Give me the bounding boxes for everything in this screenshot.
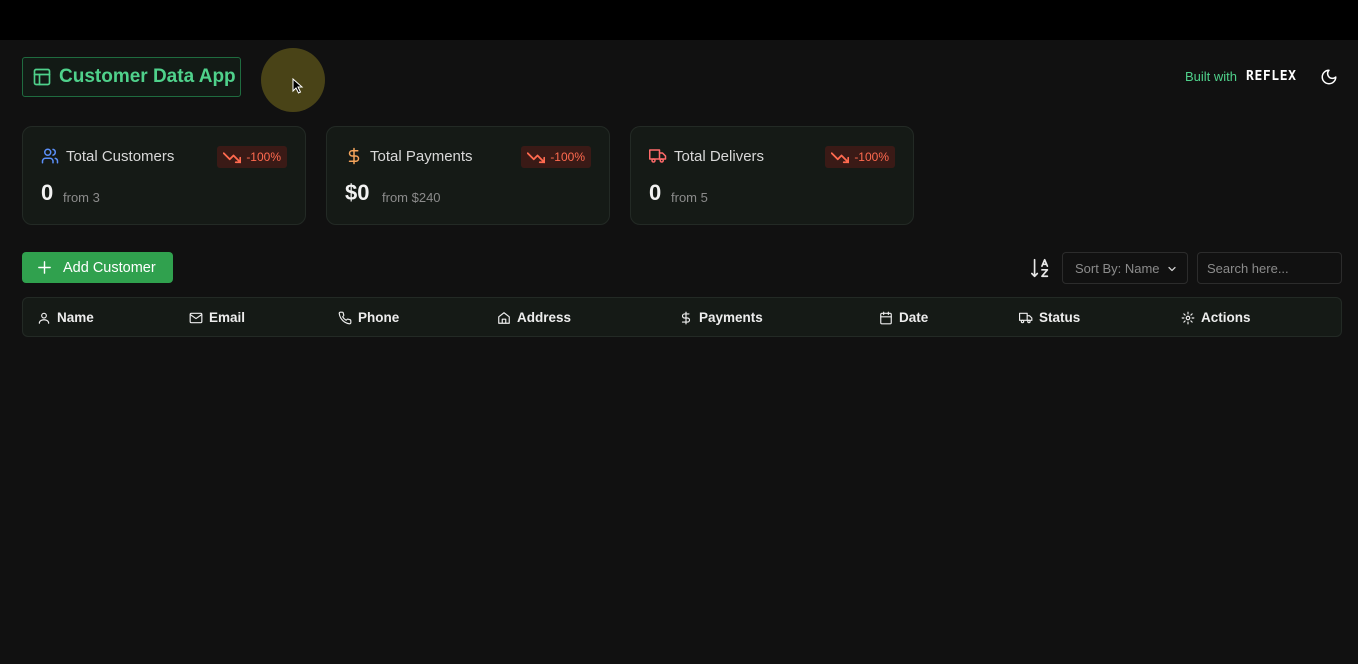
stat-from: from 3 — [63, 190, 100, 205]
column-label: Payments — [699, 310, 763, 325]
column-header-payments[interactable]: Payments — [679, 310, 763, 325]
chevron-down-icon — [1168, 266, 1176, 272]
change-badge: -100% — [521, 146, 591, 168]
sort-alpha-icon[interactable] — [1030, 257, 1052, 279]
column-header-actions[interactable]: Actions — [1181, 310, 1251, 325]
change-value: -100% — [246, 150, 281, 164]
change-value: -100% — [854, 150, 889, 164]
column-header-phone[interactable]: Phone — [338, 310, 399, 325]
column-label: Name — [57, 310, 94, 325]
stat-card-delivers: Total Delivers -100% 0 from 5 — [630, 126, 914, 225]
stat-card-header: Total Customers — [41, 147, 174, 165]
moon-icon[interactable] — [1320, 68, 1338, 86]
stat-card-header: Total Payments — [345, 147, 473, 165]
change-badge: -100% — [825, 146, 895, 168]
trending-down-icon — [527, 152, 546, 164]
column-label: Actions — [1201, 310, 1251, 325]
stat-from: from $240 — [382, 190, 441, 205]
column-label: Email — [209, 310, 246, 325]
stat-card-payments: Total Payments -100% $0 from $240 — [326, 126, 610, 225]
column-label: Status — [1039, 310, 1081, 325]
truck-icon — [649, 149, 667, 163]
app-title-text: Customer Data App — [59, 66, 236, 87]
change-value: -100% — [550, 150, 585, 164]
browser-top-bar — [0, 0, 1358, 40]
column-header-address[interactable]: Address — [497, 310, 571, 325]
stat-from: from 5 — [671, 190, 708, 205]
reflex-logo: REFLEX — [1246, 69, 1297, 84]
table-header: Name Email Phone Address Payments Date S… — [22, 297, 1342, 337]
stat-label: Total Payments — [370, 147, 473, 165]
calendar-icon — [880, 311, 892, 324]
stat-label: Total Customers — [66, 147, 175, 165]
change-badge: -100% — [217, 146, 287, 168]
dollar-icon — [681, 311, 691, 324]
stat-label: Total Delivers — [674, 147, 765, 165]
mouse-cursor-icon — [292, 78, 304, 94]
column-label: Date — [899, 310, 929, 325]
user-icon — [38, 312, 50, 324]
mail-icon — [189, 312, 203, 323]
add-customer-label: Add Customer — [63, 259, 156, 276]
stat-card-customers: Total Customers -100% 0 from 3 — [22, 126, 306, 225]
stat-value: $0 — [345, 180, 370, 205]
search-input[interactable] — [1197, 252, 1342, 284]
sort-select[interactable]: Sort By: Name — [1062, 252, 1188, 284]
sort-select-value: Sort By: Name — [1075, 260, 1160, 276]
trending-down-icon — [831, 152, 850, 164]
column-header-email[interactable]: Email — [189, 310, 245, 325]
stat-card-header: Total Delivers — [649, 147, 764, 165]
app-title[interactable]: Customer Data App — [22, 57, 241, 97]
home-icon — [498, 311, 510, 324]
column-label: Address — [517, 310, 572, 325]
column-header-date[interactable]: Date — [879, 310, 928, 325]
column-label: Phone — [358, 310, 400, 325]
plus-icon — [38, 261, 51, 274]
add-customer-button[interactable]: Add Customer — [22, 252, 173, 283]
gear-icon — [1181, 311, 1195, 324]
column-header-name[interactable]: Name — [37, 310, 94, 325]
trending-down-icon — [223, 152, 242, 164]
built-with-label: Built with — [1185, 69, 1238, 84]
dollar-icon — [348, 147, 360, 165]
stat-value: 0 — [649, 180, 662, 205]
truck-icon — [1019, 312, 1033, 323]
built-with[interactable]: Built with REFLEX — [1185, 69, 1297, 84]
column-header-status[interactable]: Status — [1019, 310, 1080, 325]
phone-icon — [338, 311, 352, 324]
table-icon — [33, 68, 51, 86]
users-icon — [41, 148, 59, 164]
stat-value: 0 — [41, 180, 54, 205]
